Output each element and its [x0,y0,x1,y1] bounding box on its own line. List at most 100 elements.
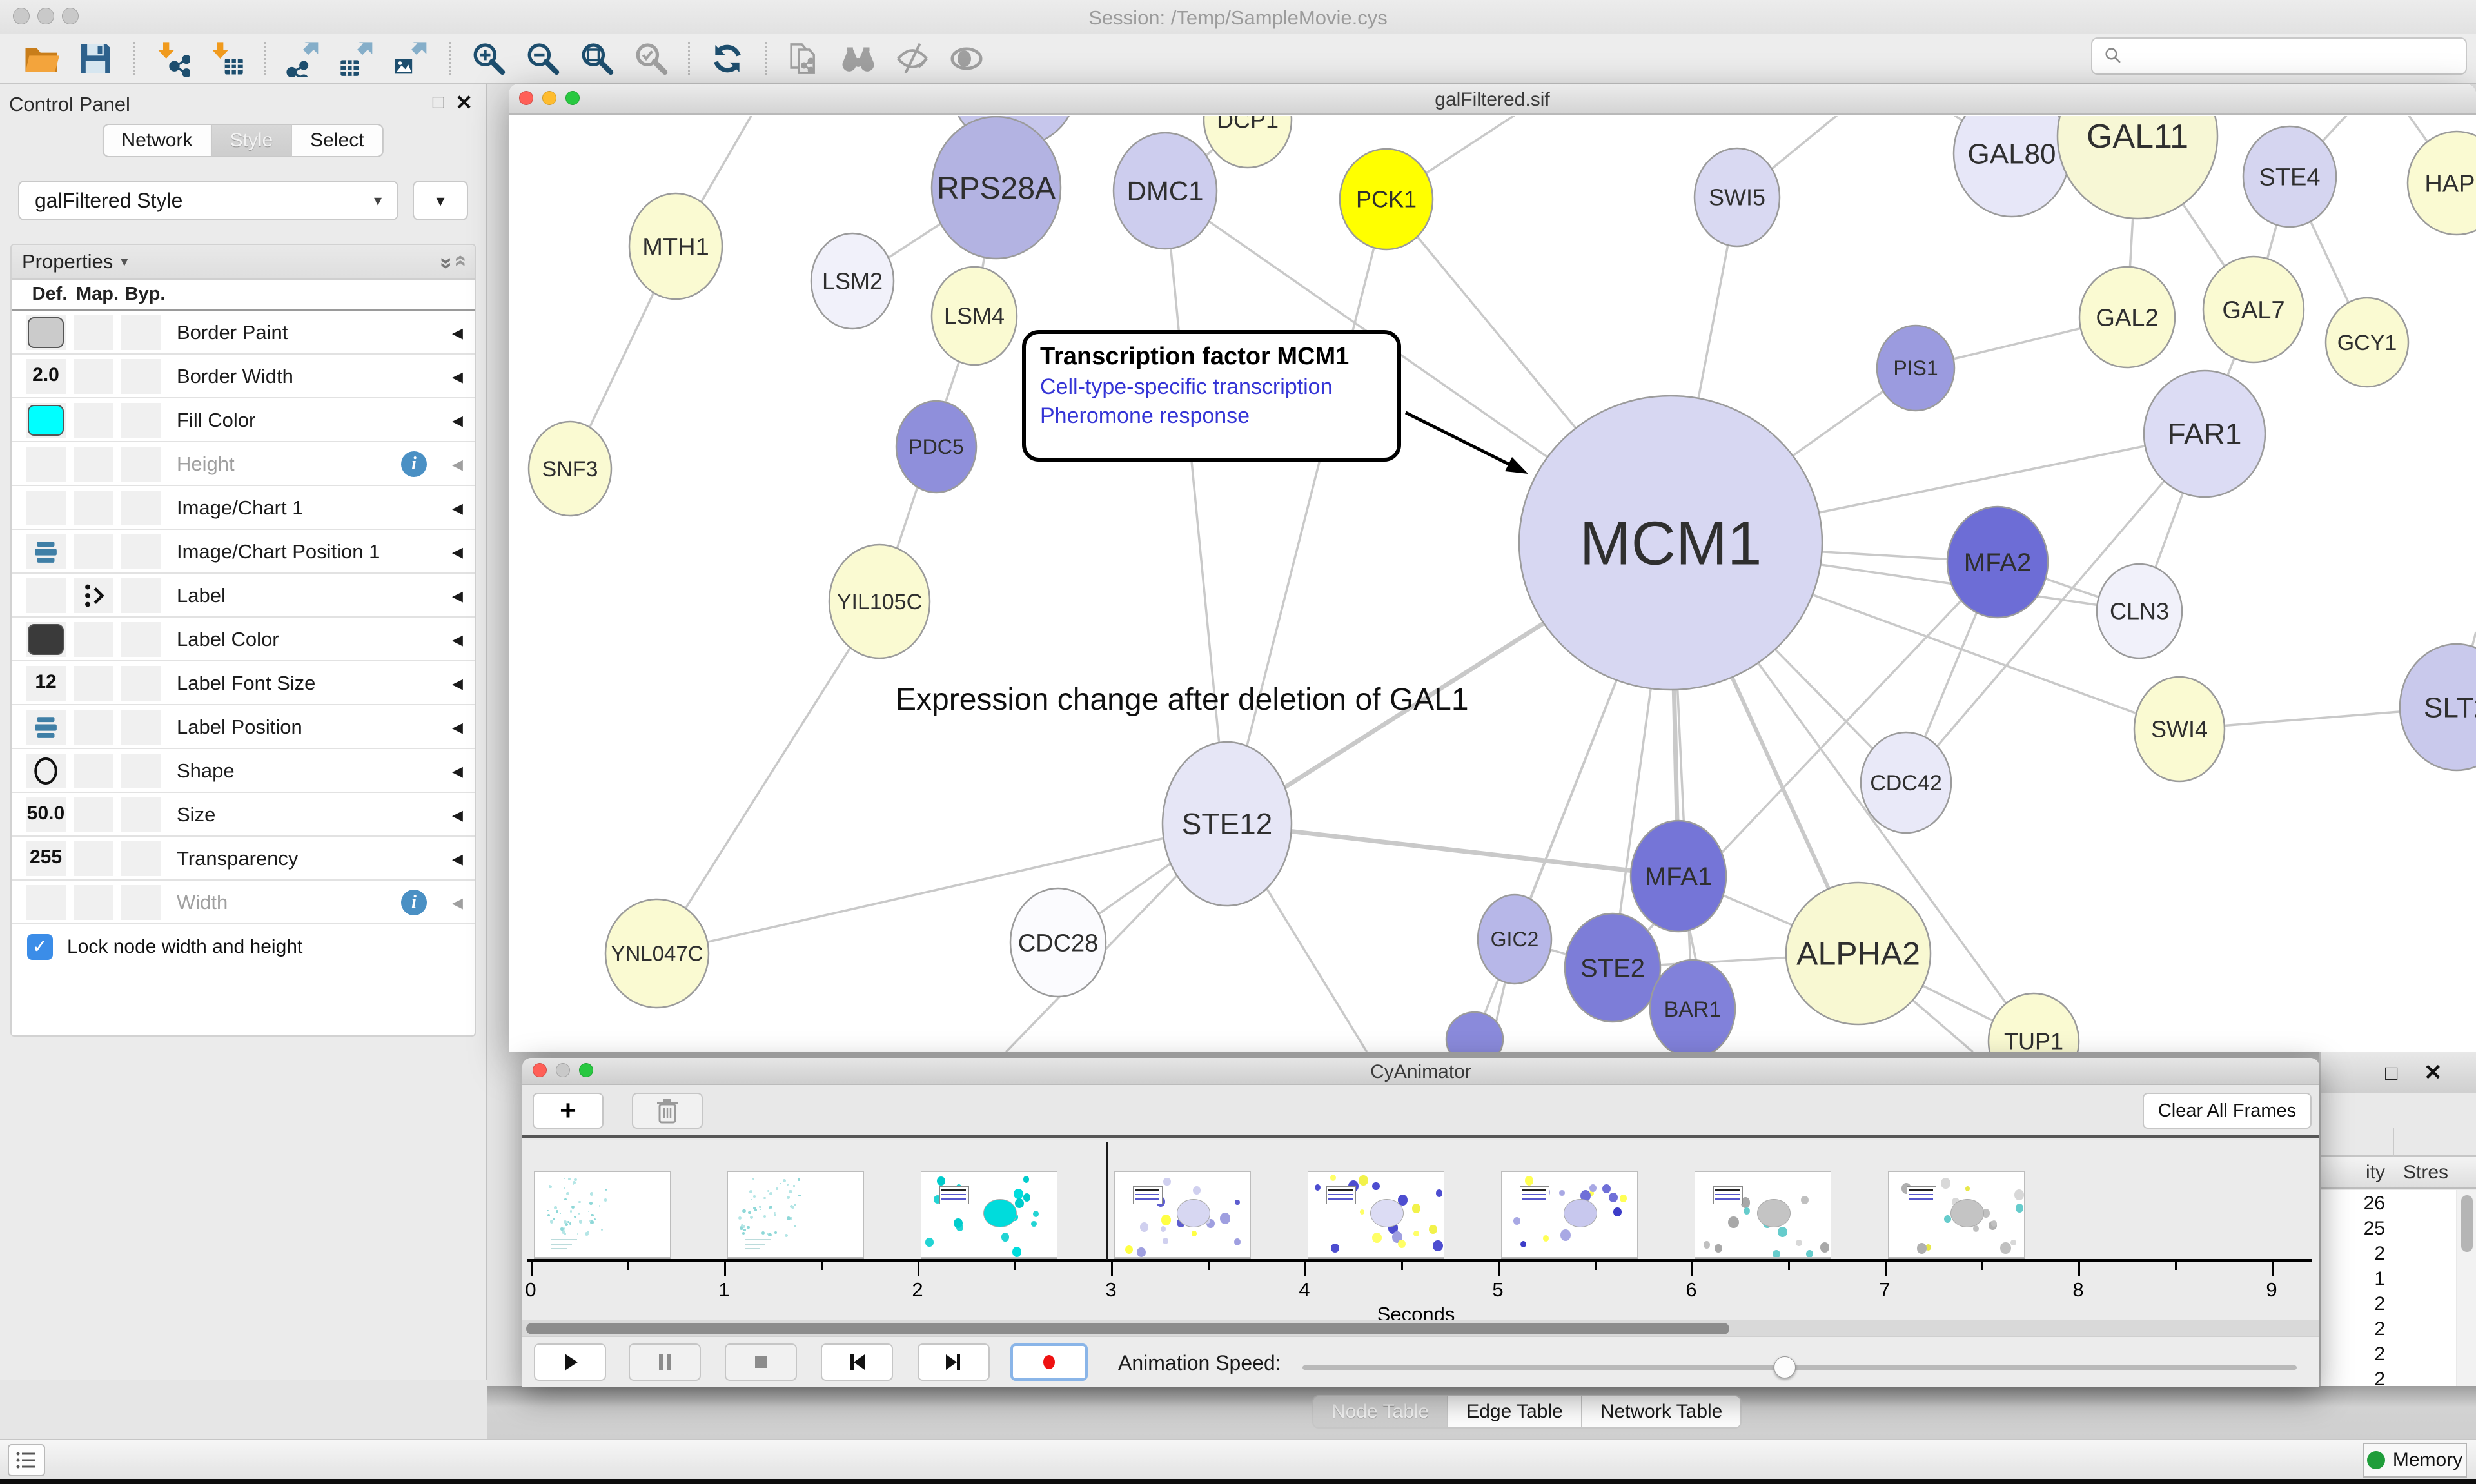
animation-speed-slider[interactable] [1302,1365,2297,1370]
property-row-border-paint[interactable]: Border Paint◂ [12,311,475,355]
network-node-pdc5[interactable]: PDC5 [896,401,976,493]
network-node-ste4[interactable]: STE4 [2243,126,2336,227]
property-row-width[interactable]: Widthi◂ [12,881,475,924]
cyanimator-timeline[interactable]: 0123456789 Seconds [522,1140,2319,1320]
expand-left-icon[interactable]: ◂ [452,627,463,652]
network-node-hap2[interactable]: HAP2 [2408,132,2476,235]
network-node-gal11[interactable]: GAL11 [2058,116,2217,219]
network-node-lsm4[interactable]: LSM4 [932,267,1017,365]
expand-left-icon[interactable]: ◂ [452,407,463,433]
expand-left-icon[interactable]: ◂ [452,890,463,915]
export-image-button[interactable] [393,41,429,77]
property-def-cell[interactable] [26,447,66,482]
network-node-rps28a[interactable]: RPS28A [932,117,1061,259]
network-edge[interactable] [657,824,1227,953]
network-node-mcm1[interactable]: MCM1 [1519,396,1822,690]
property-byp-cell[interactable] [121,622,161,657]
timeline-playhead[interactable] [1106,1142,1108,1260]
table-header-row[interactable]: ity Stres [2321,1155,2476,1189]
expand-left-icon[interactable]: ◂ [452,802,463,828]
info-icon[interactable]: i [401,451,427,477]
property-def-cell[interactable] [26,534,66,569]
slider-thumb[interactable] [1774,1356,1796,1378]
network-node-slt2[interactable]: SLT2 [2400,644,2476,770]
property-row-shape[interactable]: Shape◂ [12,749,475,793]
float-panel-icon[interactable]: □ [433,92,444,113]
expand-left-icon[interactable]: ◂ [452,670,463,696]
property-map-cell[interactable] [74,754,113,788]
expand-left-icon[interactable]: ◂ [452,320,463,346]
expand-left-icon[interactable]: ◂ [452,495,463,521]
table-column-header[interactable]: ity [2321,1162,2385,1184]
expand-left-icon[interactable]: ◂ [452,758,463,784]
property-row-transparency[interactable]: 255Transparency◂ [12,837,475,881]
frame-thumbnail-6[interactable] [1501,1171,1638,1258]
property-row-label-position[interactable]: Label Position◂ [12,705,475,749]
stop-button[interactable] [725,1343,797,1381]
play-button[interactable] [534,1343,606,1381]
expand-left-icon[interactable]: ◂ [452,539,463,565]
info-icon[interactable]: i [401,890,427,915]
property-row-image-chart-1[interactable]: Image/Chart 1◂ [12,486,475,530]
network-edge[interactable] [1165,191,1227,824]
property-byp-cell[interactable] [121,797,161,832]
network-node-cdc42[interactable]: CDC42 [1861,732,1951,833]
property-map-cell[interactable] [74,315,113,350]
zoom-fit-button[interactable] [578,41,614,77]
expand-left-icon[interactable]: ◂ [452,364,463,389]
search-field[interactable] [2091,37,2467,75]
network-node-ynl047c[interactable]: YNL047C [605,899,709,1008]
property-byp-cell[interactable] [121,885,161,920]
network-node-tup1[interactable]: TUP1 [1989,993,2079,1052]
table-cell[interactable]: 2 [2321,1243,2385,1268]
delete-frame-button[interactable] [632,1093,703,1129]
import-network-button[interactable] [154,41,190,77]
tab-network-table[interactable]: Network Table [1582,1395,1742,1429]
import-table-button[interactable] [208,41,244,77]
add-frame-button[interactable]: + [533,1093,604,1129]
annotation-link[interactable]: Pheromone response [1040,404,1383,429]
property-def-cell[interactable] [26,315,66,350]
network-node-far1[interactable]: FAR1 [2144,371,2265,497]
apply-layout-button[interactable] [709,41,745,77]
cyanimator-titlebar[interactable]: CyAnimator [522,1058,2319,1085]
property-def-cell[interactable] [26,578,66,613]
property-map-cell[interactable] [74,491,113,525]
network-node-swi5[interactable]: SWI5 [1695,148,1780,246]
network-node-mfa1[interactable]: MFA1 [1631,821,1726,932]
property-map-cell[interactable] [74,797,113,832]
property-map-cell[interactable] [74,841,113,876]
property-byp-cell[interactable] [121,359,161,394]
network-node-yil105c[interactable]: YIL105C [829,545,930,658]
expand-left-icon[interactable]: ◂ [452,846,463,872]
expand-left-icon[interactable]: ◂ [452,451,463,477]
frame-thumbnail-3[interactable] [921,1171,1057,1258]
skip-end-button[interactable] [918,1343,990,1381]
pause-button[interactable] [629,1343,701,1381]
frame-thumbnail-5[interactable] [1308,1171,1444,1258]
property-row-fill-color[interactable]: Fill Color◂ [12,398,475,442]
record-button[interactable] [1010,1343,1088,1381]
property-byp-cell[interactable] [121,447,161,482]
property-def-cell[interactable] [26,754,66,788]
property-def-cell[interactable] [26,885,66,920]
network-node-ste2[interactable]: STE2 [1565,913,1660,1022]
tab-node-table[interactable]: Node Table [1312,1395,1448,1429]
network-node-dcp1[interactable]: DCP1 [1204,116,1292,168]
table-column-header[interactable]: Stres [2403,1162,2448,1184]
table-cell[interactable]: 26 [2321,1193,2385,1218]
network-node-mth1[interactable]: MTH1 [629,193,722,299]
frame-thumbnail-2[interactable] [727,1171,864,1258]
export-network-button[interactable] [285,41,321,77]
property-map-cell[interactable] [74,359,113,394]
expand-left-icon[interactable]: ◂ [452,714,463,740]
property-row-label-color[interactable]: Label Color◂ [12,618,475,661]
network-node-bar1[interactable]: BAR1 [1650,960,1735,1052]
close-panel-icon[interactable]: ✕ [455,90,473,115]
property-map-cell[interactable] [74,622,113,657]
property-map-cell[interactable] [74,578,113,613]
network-node-snf3[interactable]: SNF3 [529,422,611,516]
property-byp-cell[interactable] [121,534,161,569]
property-map-cell[interactable] [74,666,113,701]
property-byp-cell[interactable] [121,666,161,701]
